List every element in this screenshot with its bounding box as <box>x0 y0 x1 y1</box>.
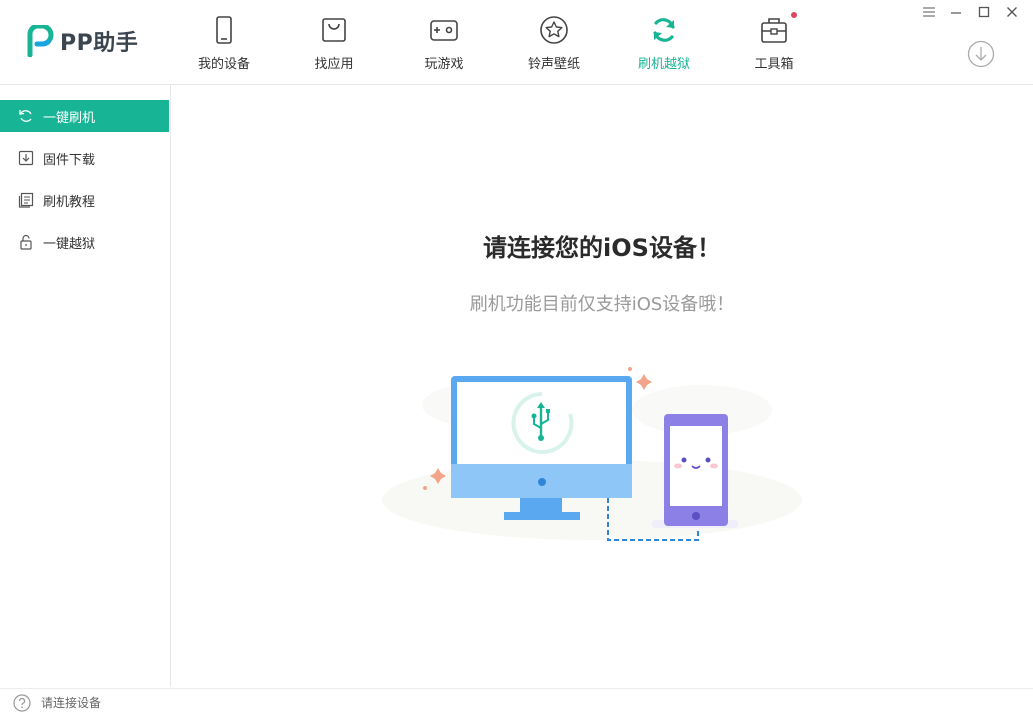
status-bar: 请连接设备 <box>0 688 1033 716</box>
notification-badge <box>791 12 797 18</box>
nav-toolbox[interactable]: 工具箱 <box>734 14 814 76</box>
pp-logo-icon <box>27 25 54 57</box>
shopping-bag-icon <box>322 18 346 42</box>
nav-label: 我的设备 <box>197 57 250 72</box>
sidebar-item-flash-tutorial[interactable]: 刷机教程 <box>0 184 169 216</box>
nav-ringtones-wallpapers[interactable]: 铃声壁纸 <box>514 14 594 76</box>
connect-device-subtitle: 刷机功能目前仅支持iOS设备哦！ <box>469 294 735 315</box>
close-button[interactable] <box>1002 4 1022 20</box>
gamepad-icon <box>430 20 458 41</box>
minimize-button[interactable] <box>946 4 966 20</box>
minimize-icon <box>951 12 961 14</box>
nav-label: 找应用 <box>314 57 354 72</box>
close-icon <box>1007 7 1017 17</box>
sparkle-icon <box>636 374 652 390</box>
refresh-icon <box>19 110 32 122</box>
toolbox-icon <box>761 18 787 43</box>
connect-device-illustration <box>382 367 802 541</box>
sidebar-item-label: 一键越狱 <box>43 236 96 252</box>
nav-find-apps[interactable]: 找应用 <box>294 14 374 76</box>
nav-play-games[interactable]: 玩游戏 <box>404 14 484 76</box>
download-box-icon <box>18 150 34 166</box>
status-text: 请连接设备 <box>41 696 102 710</box>
connect-device-title: 请连接您的iOS设备！ <box>483 234 721 262</box>
nav-flash-jailbreak[interactable]: 刷机越狱 <box>624 14 704 76</box>
phone-icon <box>216 16 232 44</box>
nav-my-device[interactable]: 我的设备 <box>184 14 264 76</box>
top-bar: PP助手 我的设备 找应用 玩游戏 铃声壁纸 刷机越狱 工具箱 <box>0 0 1033 85</box>
maximize-icon <box>978 6 990 18</box>
sparkle-icon <box>628 367 632 371</box>
document-icon <box>18 192 34 208</box>
sidebar-item-label: 一键刷机 <box>43 110 96 126</box>
app-name: PP助手 <box>60 31 139 56</box>
star-icon <box>540 16 568 44</box>
nav-label: 刷机越狱 <box>637 57 690 72</box>
sparkle-icon <box>423 486 427 490</box>
refresh-icon <box>653 18 675 42</box>
nav-label: 工具箱 <box>754 57 794 72</box>
menu-icon <box>923 7 935 17</box>
menu-button[interactable] <box>919 4 939 20</box>
sidebar-item-one-click-flash[interactable]: 一键刷机 <box>0 100 169 132</box>
unlock-icon <box>20 234 32 250</box>
sidebar: 一键刷机 固件下载 刷机教程 一键越狱 <box>0 85 171 687</box>
sidebar-item-label: 固件下载 <box>43 152 96 168</box>
nav-label: 玩游戏 <box>424 57 464 72</box>
sidebar-item-firmware-download[interactable]: 固件下载 <box>0 142 169 174</box>
maximize-button[interactable] <box>974 4 994 20</box>
help-icon[interactable] <box>13 693 31 712</box>
app-logo[interactable]: PP助手 <box>26 24 138 58</box>
nav-label: 铃声壁纸 <box>527 57 580 72</box>
phone-character-icon <box>652 414 738 528</box>
sidebar-item-label: 刷机教程 <box>43 194 96 210</box>
download-manager-icon[interactable] <box>967 40 995 68</box>
sidebar-item-one-click-jailbreak[interactable]: 一键越狱 <box>0 226 169 258</box>
